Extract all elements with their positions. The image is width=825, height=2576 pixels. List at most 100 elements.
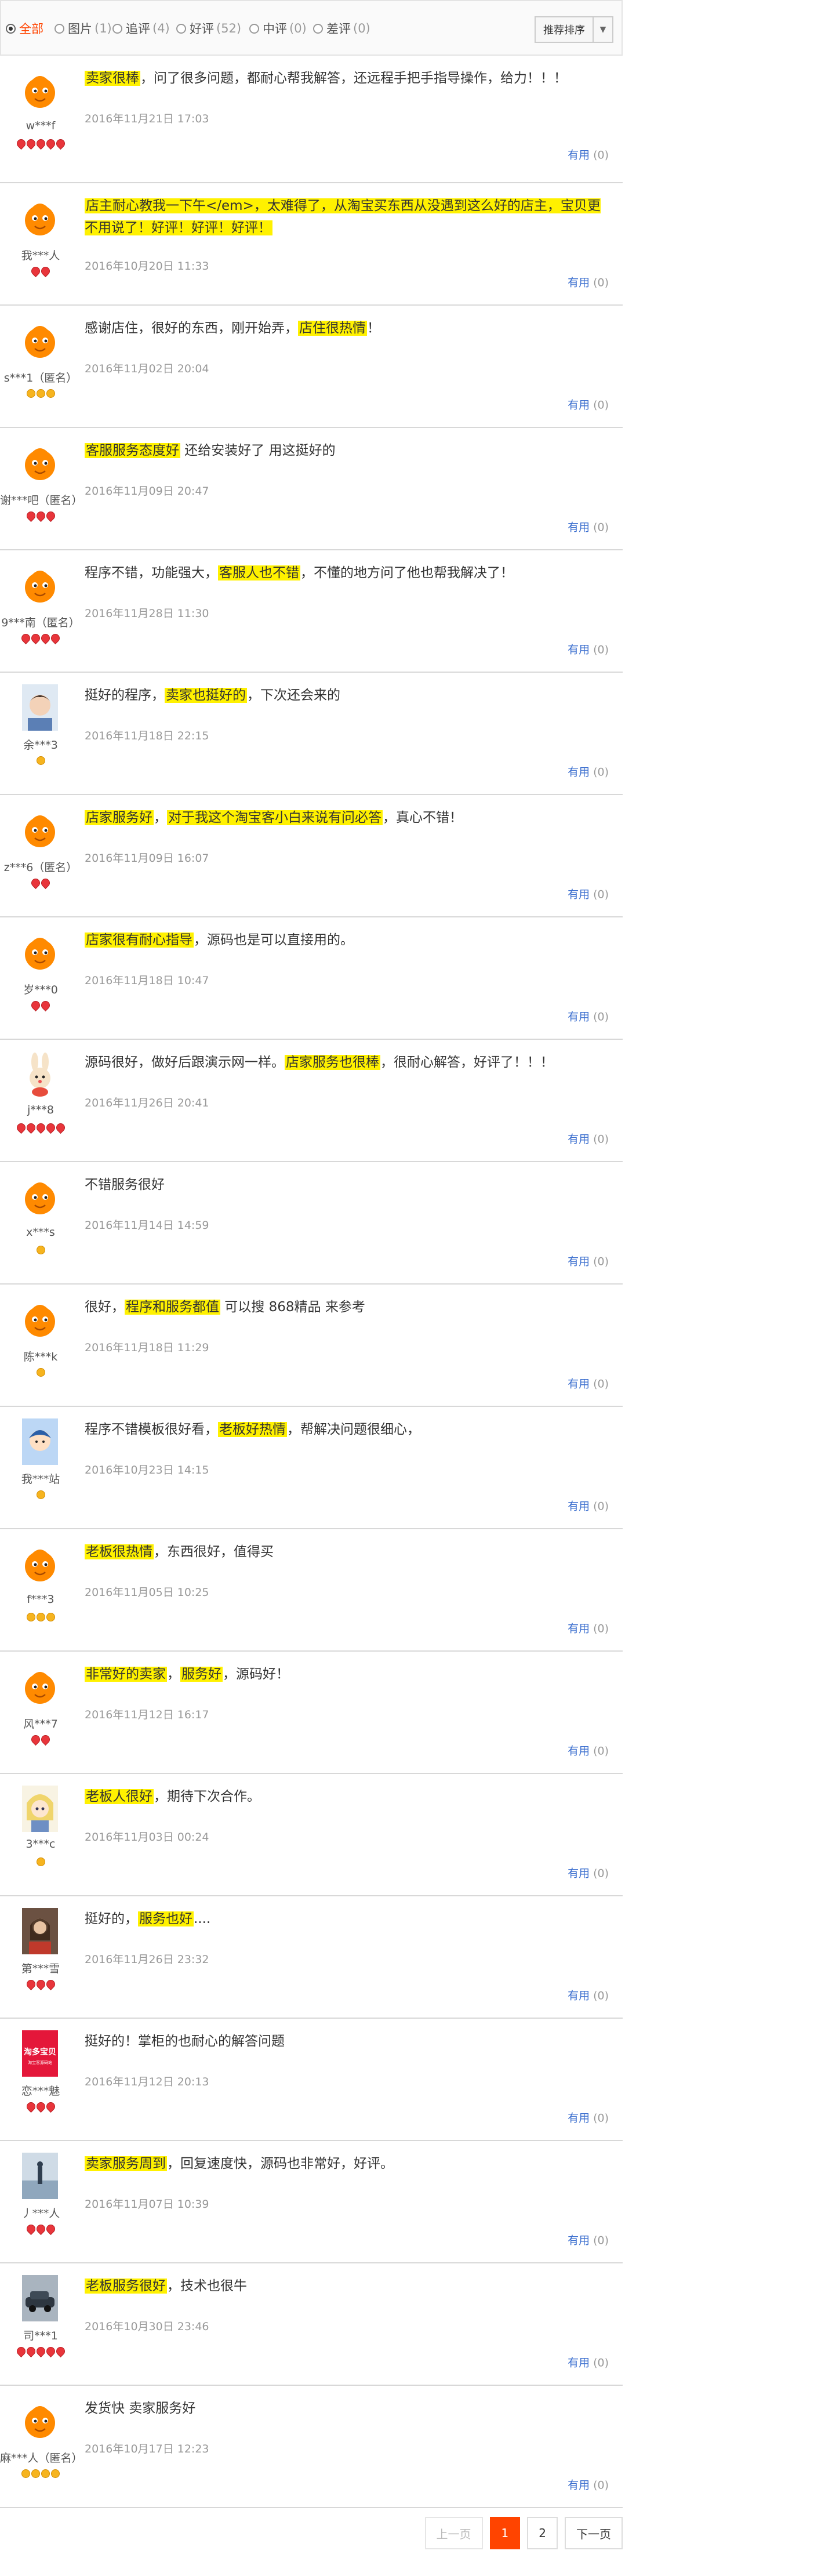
useful-button[interactable]: 有用 — [568, 1133, 590, 1146]
radio-icon[interactable] — [249, 23, 259, 34]
useful-button[interactable]: 有用 — [568, 766, 590, 779]
page-2-button[interactable]: 2 — [527, 2517, 558, 2549]
review-username[interactable]: x***s — [0, 1226, 81, 1239]
review-username[interactable]: 余***3 — [0, 736, 81, 752]
avatar[interactable] — [22, 438, 58, 487]
heart-level-icon — [14, 1121, 27, 1134]
avatar[interactable] — [22, 316, 58, 365]
review-username[interactable]: 我***人 — [0, 247, 81, 263]
text-segment: 很好， — [85, 1300, 125, 1315]
radio-icon[interactable] — [112, 23, 122, 34]
filter-count: (0) — [353, 21, 370, 35]
useful-vote: 有用 (0) — [568, 2232, 609, 2248]
text-segment: 程序不错，功能强大， — [85, 565, 218, 580]
review-username[interactable]: 麻***人（匿名） — [0, 2450, 83, 2465]
radio-icon[interactable] — [54, 23, 64, 34]
avatar[interactable] — [22, 683, 58, 732]
useful-button[interactable]: 有用 — [568, 1990, 590, 2002]
review-username[interactable]: 第***雪 — [0, 1960, 81, 1976]
useful-button[interactable]: 有用 — [568, 2112, 590, 2125]
avatar[interactable] — [22, 1417, 58, 1466]
avatar[interactable] — [22, 2151, 58, 2200]
review-text: 挺好的！掌柜的也耐心的解答问题 — [85, 2030, 606, 2052]
filter-5[interactable]: 差评 (0) — [313, 20, 370, 37]
review-username[interactable]: z***6（匿名） — [0, 859, 81, 875]
text-segment: 不错服务很好 — [85, 1177, 165, 1192]
text-segment: ， — [167, 1667, 180, 1682]
review-username[interactable]: w***f — [0, 119, 81, 132]
radio-icon[interactable] — [176, 23, 186, 34]
useful-button[interactable]: 有用 — [568, 1623, 590, 1635]
avatar[interactable] — [22, 806, 58, 854]
review-username[interactable]: 谢***吧（匿名） — [0, 492, 83, 507]
filter-0[interactable]: 全部 — [6, 20, 46, 37]
avatar[interactable]: 淘多宝贝 淘宝客源码站 — [22, 2029, 58, 2078]
avatar[interactable] — [22, 561, 58, 609]
useful-button[interactable]: 有用 — [568, 1500, 590, 1513]
avatar[interactable] — [22, 928, 58, 977]
useful-count: (0) — [593, 2356, 609, 2370]
text-segment: ，源码好！ — [223, 1667, 289, 1682]
useful-button[interactable]: 有用 — [568, 149, 590, 162]
prev-page-button[interactable]: 上一页 — [424, 2517, 483, 2549]
review-username[interactable]: 司***1 — [0, 2327, 81, 2343]
useful-button[interactable]: 有用 — [568, 1256, 590, 1268]
review-username[interactable]: 岁***0 — [0, 981, 81, 997]
review-username[interactable]: j***8 — [0, 1104, 81, 1116]
useful-button[interactable]: 有用 — [568, 2357, 590, 2370]
useful-button[interactable]: 有用 — [568, 521, 590, 534]
useful-count: (0) — [593, 888, 609, 901]
avatar[interactable] — [22, 1050, 58, 1099]
useful-button[interactable]: 有用 — [568, 2479, 590, 2492]
avatar[interactable] — [22, 1662, 58, 1711]
avatar[interactable] — [22, 1907, 58, 1955]
filter-3[interactable]: 好评 (52) — [176, 20, 241, 37]
useful-button[interactable]: 有用 — [568, 644, 590, 656]
review-username[interactable]: 9***南（匿名） — [0, 614, 81, 630]
avatar[interactable] — [22, 2274, 58, 2323]
buyer-level — [0, 2100, 81, 2113]
useful-button[interactable]: 有用 — [568, 1745, 590, 1758]
useful-button[interactable]: 有用 — [568, 888, 590, 901]
avatar[interactable] — [22, 66, 58, 115]
filter-label: 追评 — [126, 22, 150, 36]
useful-count: (0) — [593, 1500, 609, 1513]
avatar[interactable] — [22, 1295, 58, 1344]
review-date: 2016年11月14日 14:59 — [85, 1219, 209, 1232]
avatar[interactable] — [22, 1784, 58, 1833]
avatar[interactable] — [22, 194, 58, 242]
review-date: 2016年11月18日 22:15 — [85, 730, 209, 742]
useful-button[interactable]: 有用 — [568, 1378, 590, 1391]
review-username[interactable]: s***1（匿名） — [0, 369, 81, 385]
avatar[interactable] — [22, 1540, 58, 1588]
review-username[interactable]: 恋***魅 — [0, 2082, 81, 2098]
text-segment: ，源码也是可以直接用的。 — [194, 933, 354, 948]
radio-icon[interactable] — [6, 23, 16, 34]
review-text: 挺好的，服务也好.... — [85, 1908, 606, 1930]
review-username[interactable]: 3***c — [0, 1838, 81, 1851]
buyer-level — [0, 389, 81, 398]
useful-button[interactable]: 有用 — [568, 1011, 590, 1024]
review-date: 2016年11月18日 11:29 — [85, 1341, 209, 1354]
review-username[interactable]: f***3 — [0, 1593, 81, 1606]
review-username[interactable]: 风***7 — [0, 1715, 81, 1731]
review-username[interactable]: 陈***k — [0, 1348, 81, 1364]
avatar[interactable] — [22, 2396, 58, 2445]
page-1-button[interactable]: 1 — [489, 2517, 521, 2549]
radio-icon[interactable] — [313, 23, 323, 34]
sort-dropdown[interactable]: 推荐排序 ▼ — [535, 16, 613, 43]
useful-button[interactable]: 有用 — [568, 2234, 590, 2247]
filter-2[interactable]: 追评 (4) — [112, 20, 170, 37]
filter-1[interactable]: 图片 (1) — [54, 20, 112, 37]
next-page-button[interactable]: 下一页 — [565, 2517, 623, 2549]
useful-button[interactable]: 有用 — [568, 399, 590, 412]
heart-level-icon — [24, 1978, 37, 1991]
filter-4[interactable]: 中评 (0) — [249, 20, 307, 37]
useful-vote: 有用 (0) — [568, 641, 609, 657]
useful-button[interactable]: 有用 — [568, 1867, 590, 1880]
review-username[interactable]: 丿***人 — [0, 2205, 81, 2221]
review-username[interactable]: 我***站 — [0, 1471, 81, 1486]
review-item: f***3 老板很热情，东西很好，值得买 2016年11月05日 10:25 有用 (0… — [0, 1529, 623, 1652]
useful-button[interactable]: 有用 — [568, 277, 590, 289]
avatar[interactable] — [22, 1173, 58, 1221]
